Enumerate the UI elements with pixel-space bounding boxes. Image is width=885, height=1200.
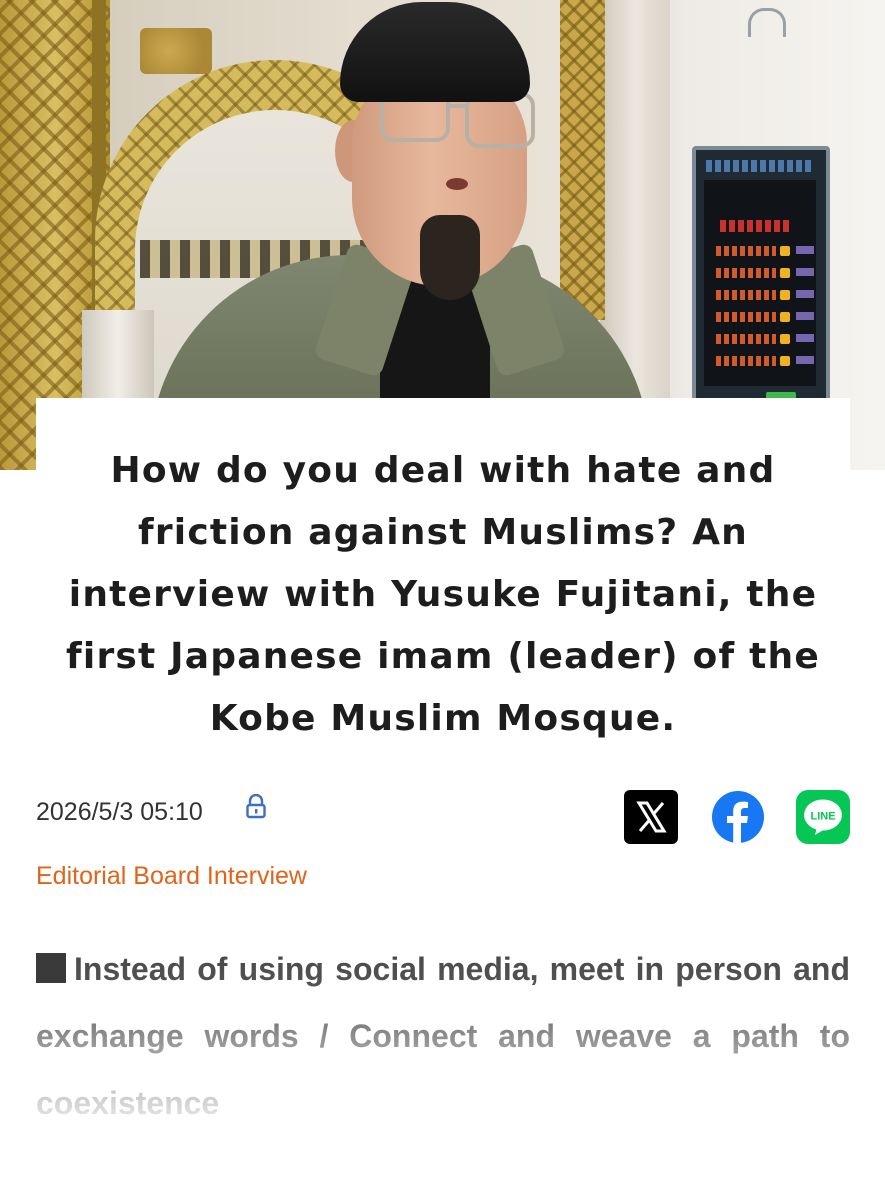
person-beard xyxy=(420,215,480,300)
lock-icon xyxy=(246,794,266,819)
category-link[interactable]: Editorial Board Interview xyxy=(36,862,307,891)
line-logo-text: LINE xyxy=(810,811,835,823)
share-facebook-button[interactable] xyxy=(711,790,765,844)
publish-date: 2026/5/3 05:10 xyxy=(36,798,203,826)
square-bullet-icon xyxy=(36,953,66,983)
facebook-logo-icon xyxy=(712,791,764,843)
ornamental-frame-right xyxy=(560,0,605,320)
wall-lamp xyxy=(748,8,786,37)
person-mouth xyxy=(446,178,468,190)
prayer-time-display xyxy=(704,180,816,400)
share-x-button[interactable] xyxy=(624,790,678,844)
line-logo-icon: LINE xyxy=(804,799,842,835)
article-headline: How do you deal with hate and friction a… xyxy=(66,450,820,739)
x-logo-icon xyxy=(636,801,667,833)
article-lead: Instead of using social media, meet in p… xyxy=(36,936,850,1137)
lead-text: Instead of using social media, meet in p… xyxy=(36,951,850,1121)
calligraphy-panel xyxy=(140,28,212,74)
person-cap xyxy=(340,2,530,102)
share-line-button[interactable]: LINE xyxy=(796,790,850,844)
article-card: How do you deal with hate and friction a… xyxy=(36,398,850,1200)
prayer-time-board xyxy=(692,146,830,404)
